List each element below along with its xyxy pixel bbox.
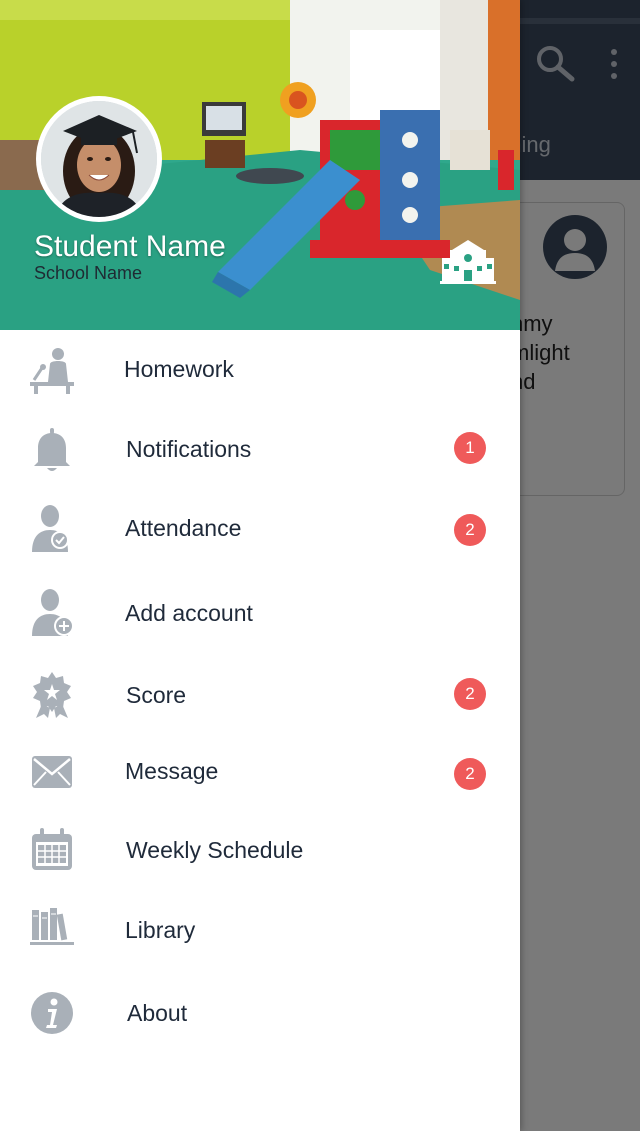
student-photo	[41, 101, 157, 217]
menu-label-weekly-schedule: Weekly Schedule	[126, 837, 304, 863]
menu-label-homework: Homework	[124, 356, 234, 382]
menu-item-score[interactable]: Score 2	[0, 656, 520, 732]
menu-label-notifications: Notifications	[126, 436, 252, 462]
school-name: School Name	[34, 263, 143, 283]
message-badge: 2	[454, 758, 486, 790]
menu-item-about[interactable]: About	[0, 974, 520, 1050]
award-icon	[33, 672, 71, 718]
info-icon	[31, 992, 73, 1034]
menu-label-score: Score	[126, 682, 187, 708]
bell-icon	[34, 428, 70, 471]
menu-label-attendance: Attendance	[125, 515, 242, 541]
navigation-drawer: Student Name School Name Homework Notifi…	[0, 0, 520, 1131]
menu-item-library[interactable]: Library	[0, 892, 520, 968]
menu-item-attendance[interactable]: Attendance 2	[0, 488, 520, 564]
profile-avatar[interactable]	[36, 96, 162, 222]
menu-item-homework[interactable]: Homework	[0, 332, 520, 408]
menu-label-library: Library	[125, 917, 196, 943]
menu-label-about: About	[127, 1000, 188, 1026]
notifications-badge: 1	[454, 432, 486, 464]
add-account-icon	[32, 589, 74, 636]
drawer-header: Student Name School Name	[0, 0, 520, 330]
calendar-icon	[32, 828, 72, 870]
menu-item-notifications[interactable]: Notifications 1	[0, 410, 520, 486]
attendance-icon	[32, 505, 69, 552]
student-name: Student Name	[34, 230, 226, 263]
books-icon	[30, 908, 74, 945]
menu-item-weekly-schedule[interactable]: Weekly Schedule	[0, 812, 520, 888]
menu-label-message: Message	[125, 758, 219, 784]
menu-item-message[interactable]: Message 2	[0, 734, 520, 810]
school-building-icon[interactable]	[440, 238, 496, 284]
menu-item-add-account[interactable]: Add account	[0, 572, 520, 648]
score-badge: 2	[454, 678, 486, 710]
menu-label-add-account: Add account	[125, 600, 253, 626]
attendance-badge: 2	[454, 514, 486, 546]
envelope-icon	[32, 756, 72, 788]
homework-icon	[30, 348, 74, 394]
